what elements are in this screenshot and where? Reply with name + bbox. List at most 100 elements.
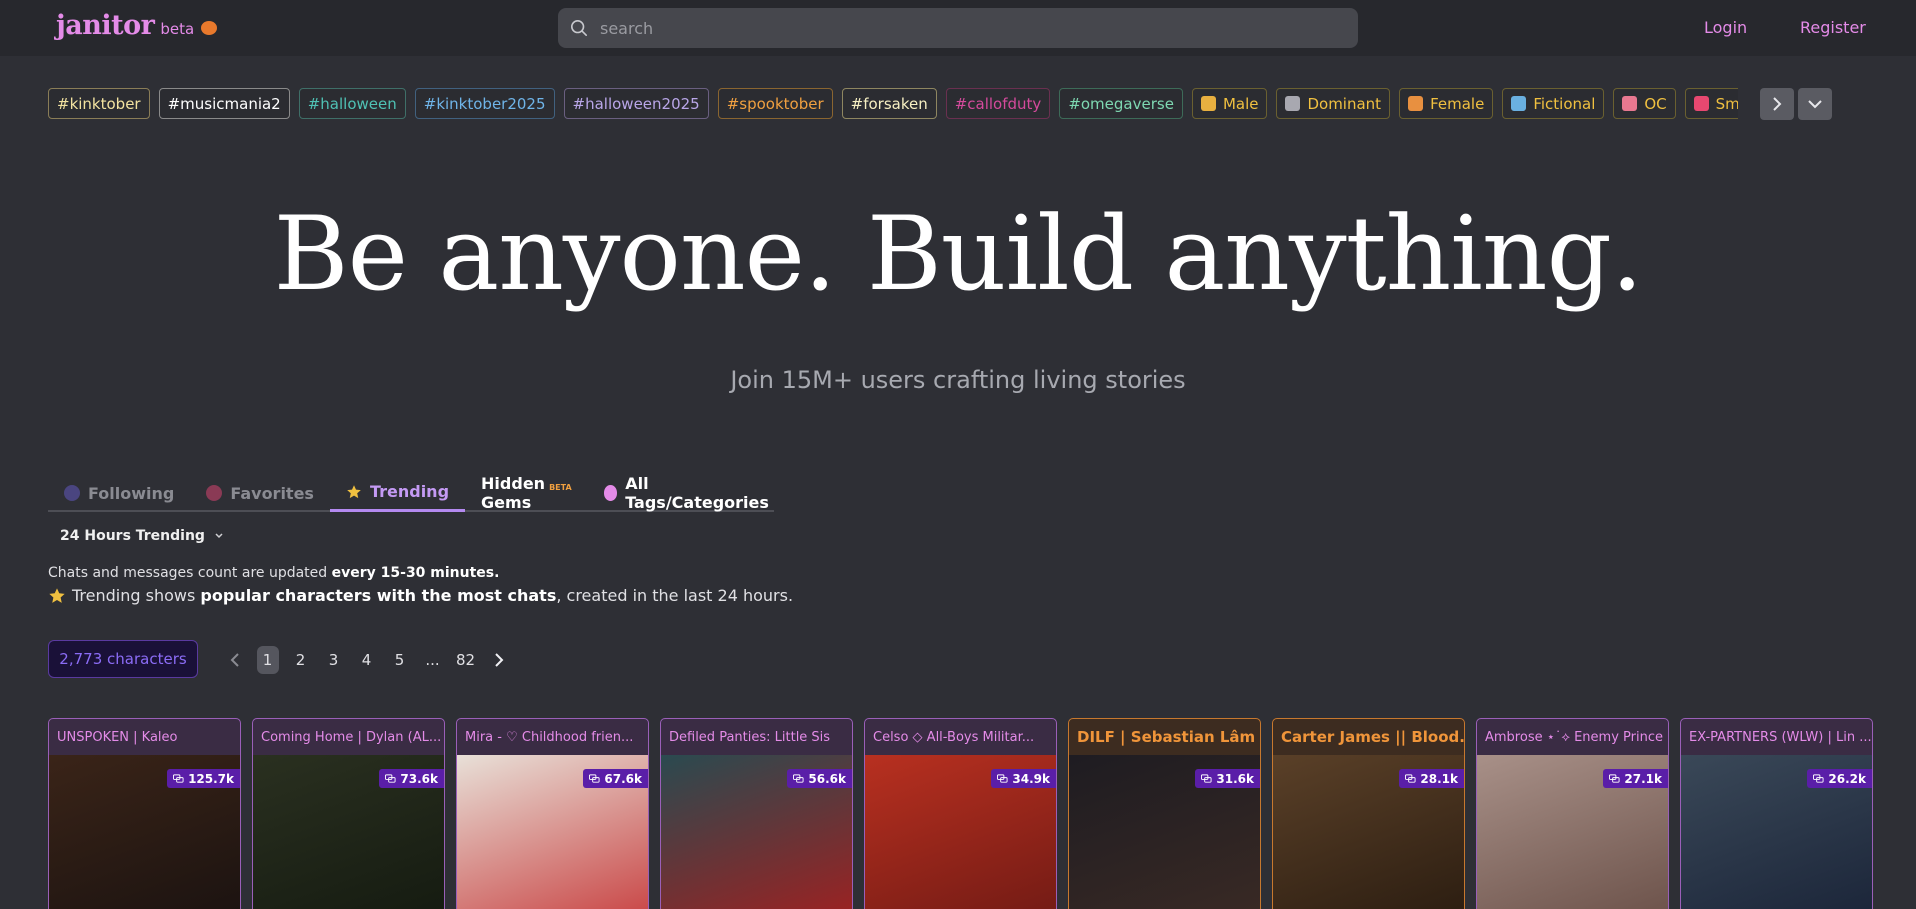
chat-count-badge: 27.1k — [1603, 769, 1668, 788]
tag-label: #spooktober — [726, 94, 824, 113]
search-input[interactable] — [600, 18, 1300, 38]
character-card[interactable]: Mira - ♡ Childhood frien... 67.6k — [456, 718, 649, 909]
page-button[interactable]: 3 — [317, 646, 350, 674]
chevron-right-icon — [494, 653, 503, 667]
page-number: ... — [425, 651, 440, 669]
chat-count: 26.2k — [1828, 771, 1866, 786]
page-button[interactable]: 1 — [251, 646, 284, 674]
page-button[interactable]: 82 — [449, 646, 482, 674]
page-number: 1 — [256, 646, 279, 674]
character-count-label: characters — [107, 650, 187, 668]
chat-count: 28.1k — [1420, 771, 1458, 786]
chat-icon — [589, 773, 600, 783]
tag-label: #omegaverse — [1068, 94, 1174, 113]
tag-chip[interactable]: #musicmania2 — [158, 88, 290, 119]
character-count-badge: 2,773 characters — [48, 640, 198, 678]
tag-label: Fictional — [1533, 94, 1596, 113]
chat-count-badge: 28.1k — [1399, 769, 1464, 788]
character-card[interactable]: Ambrose ⋆˙⟡ Enemy Prince 27.1k — [1476, 718, 1669, 909]
chat-count-badge: 67.6k — [583, 769, 648, 788]
chat-icon — [793, 773, 804, 783]
tag-chip[interactable]: #spooktober — [717, 88, 833, 119]
tag-chip[interactable]: #kinktober2025 — [414, 88, 555, 119]
character-name: Carter James || Blood... — [1281, 728, 1464, 746]
character-card[interactable]: UNSPOKEN | Kaleo 125.7k — [48, 718, 241, 909]
following-icon — [64, 485, 80, 501]
tag-chip[interactable]: Dominant — [1276, 88, 1391, 119]
pagination: 1 2 3 4 5... 82 — [218, 646, 515, 674]
male-face-icon — [1200, 96, 1216, 111]
tag-label: #callofduty — [954, 94, 1042, 113]
tab-all-tags-categories[interactable]: All Tags/Categories — [588, 474, 788, 512]
tab-trending[interactable]: Trending — [329, 474, 466, 512]
character-name: Celso ◇ All-Boys Militar... — [873, 729, 1035, 745]
page-number: 3 — [328, 651, 339, 669]
trending-period-dropdown[interactable]: 24 Hours Trending — [60, 528, 223, 544]
page-button[interactable]: 5 — [383, 646, 416, 674]
page-number: 4 — [361, 651, 372, 669]
next-page-button[interactable] — [482, 646, 515, 674]
tag-chip[interactable]: Smut — [1684, 88, 1738, 119]
character-card[interactable]: Defiled Panties: Little Sis 56.6k — [660, 718, 853, 909]
chat-count-badge: 125.7k — [167, 769, 240, 788]
tag-label: OC — [1644, 94, 1667, 113]
character-card[interactable]: Coming Home | Dylan (AL... 73.6k — [252, 718, 445, 909]
tag-label: Smut — [1715, 94, 1738, 113]
tag-chip[interactable]: #callofduty — [945, 88, 1051, 119]
tag-label: Male — [1222, 94, 1259, 113]
pumpkin-icon — [201, 21, 218, 35]
tag-chip[interactable]: #kinktober — [48, 88, 150, 119]
tag-chip[interactable]: Female — [1399, 88, 1494, 119]
character-card[interactable]: Carter James || Blood... 28.1k — [1272, 718, 1465, 909]
tag-chip[interactable]: #halloween — [298, 88, 406, 119]
tag-label: #kinktober — [57, 94, 141, 113]
chat-icon — [1201, 773, 1212, 783]
character-name: Defiled Panties: Little Sis — [669, 729, 831, 745]
tag-label: Female — [1430, 94, 1485, 113]
previous-page-button[interactable] — [218, 646, 251, 674]
beta-label: beta — [160, 20, 195, 38]
tag-chip[interactable]: OC — [1613, 88, 1676, 119]
tag-chip[interactable]: Fictional — [1502, 88, 1605, 119]
chat-count: 73.6k — [400, 771, 438, 786]
character-card[interactable]: Celso ◇ All-Boys Militar... 34.9k — [864, 718, 1057, 909]
character-name: Coming Home | Dylan (AL... — [261, 729, 442, 745]
page-number: 5 — [394, 651, 405, 669]
books-icon — [1511, 96, 1527, 111]
character-name: DILF | Sebastian Lâm — [1077, 728, 1256, 746]
login-link[interactable]: Login — [1704, 18, 1747, 37]
character-name: UNSPOKEN | Kaleo — [57, 729, 178, 745]
tag-chip[interactable]: #halloween2025 — [563, 88, 709, 119]
logo-text: janitor — [56, 10, 155, 41]
site-logo[interactable]: janitor beta — [56, 10, 218, 41]
chat-count: 34.9k — [1012, 771, 1050, 786]
chat-icon — [1609, 773, 1620, 783]
chat-icon — [385, 773, 396, 783]
chat-count: 27.1k — [1624, 771, 1662, 786]
chat-count: 67.6k — [604, 771, 642, 786]
character-name: EX-PARTNERS (WLW) | Lin ... — [1689, 729, 1872, 745]
tag-chip[interactable]: #forsaken — [841, 88, 937, 119]
tags-scroll-right-button[interactable] — [1760, 88, 1794, 120]
tab-following[interactable]: Following — [48, 474, 190, 512]
hero-subtitle: Join 15M+ users crafting living stories — [730, 366, 1186, 394]
tab-label: All Tags/Categories — [625, 474, 769, 512]
tab-favorites[interactable]: Favorites — [190, 474, 330, 512]
tags-expand-button[interactable] — [1798, 88, 1832, 120]
page-button[interactable]: 4 — [350, 646, 383, 674]
character-card[interactable]: EX-PARTNERS (WLW) | Lin ... 26.2k — [1680, 718, 1873, 909]
tag-chip[interactable]: Male — [1191, 88, 1268, 119]
hero-title: Be anyone. Build anything. — [273, 195, 1644, 314]
chat-icon — [1813, 773, 1824, 783]
search-bar[interactable] — [558, 8, 1358, 48]
register-link[interactable]: Register — [1800, 18, 1866, 37]
tag-label: #forsaken — [850, 94, 928, 113]
page-button[interactable]: 2 — [284, 646, 317, 674]
tab-label: Hidden Gems — [481, 474, 546, 512]
tag-label: #halloween2025 — [572, 94, 700, 113]
chat-icon — [997, 773, 1008, 783]
tab-hidden-gems[interactable]: Hidden Gems BETA — [465, 474, 588, 512]
character-card[interactable]: DILF | Sebastian Lâm 31.6k — [1068, 718, 1261, 909]
tag-chip[interactable]: #omegaverse — [1059, 88, 1183, 119]
star-icon — [49, 587, 65, 603]
